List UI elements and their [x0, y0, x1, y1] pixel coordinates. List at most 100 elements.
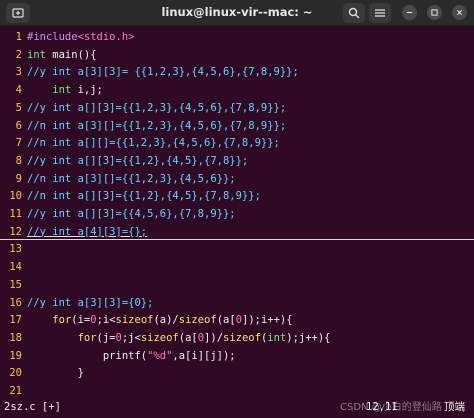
line-number: 14: [9, 261, 22, 274]
code-line[interactable]: 19 printf("%d",a[i][j]);: [0, 348, 474, 365]
line-code: int i,j;: [27, 82, 103, 99]
menu-button[interactable]: [369, 3, 391, 23]
code-line[interactable]: 1 #include<stdio.h>: [0, 29, 474, 46]
code-token: ])/: [204, 331, 224, 344]
status-filename: 2sz.c [+]: [4, 401, 61, 413]
code-line[interactable]: 18 for(j=0;j<sizeof(a[0])/sizeof(int);j+…: [0, 330, 474, 347]
code-line[interactable]: 2 int main(){: [0, 47, 474, 64]
close-button[interactable]: [452, 5, 467, 20]
line-number: 11: [9, 208, 22, 220]
code-token: int: [27, 48, 46, 61]
code-line[interactable]: 16 //y int a[3][3]={0};: [0, 295, 474, 312]
line-number: 20: [9, 367, 22, 380]
code-token: );j++){: [286, 331, 331, 344]
minimize-icon: [406, 11, 413, 14]
cursor-line-rule: [0, 238, 474, 240]
code-token: //n int a[][3]={{1,2},{4,5},{7,8,9}};: [27, 190, 261, 203]
csdn-watermark: CSDN @小白的登仙路: [340, 402, 442, 413]
code-token: sizeof: [178, 314, 217, 327]
line-number: 3: [15, 66, 22, 79]
vim-editor[interactable]: 1 #include<stdio.h> 2 int main(){3 //y int a…: [0, 26, 474, 396]
line-code: printf("%d",a[i][j]);: [27, 348, 236, 365]
line-code: //n int a[3][]={{1,2,3},{4,5,6}};: [27, 171, 236, 188]
code-line[interactable]: 4 int i,j;: [0, 82, 474, 99]
code-token: for: [52, 314, 72, 327]
code-token: "%d": [147, 349, 173, 362]
maximize-icon: [431, 9, 438, 16]
code-line[interactable]: 5 //y int a[][3]={{1,2,3},{4,5,6},{7,8,9}…: [0, 100, 474, 117]
code-token: printf(: [27, 349, 148, 362]
code-token: main(){: [45, 48, 97, 61]
code-token: }: [27, 367, 84, 380]
line-code: for(i=0;i<sizeof(a)/sizeof(a[0]);i++){: [27, 312, 293, 329]
line-code: //n int a[][3]={{1,2},{4,5},{7,8,9}};: [27, 188, 261, 205]
code-line[interactable]: 10 //n int a[][3]={{1,2},{4,5},{7,8,9}};: [0, 188, 474, 205]
close-icon: [456, 9, 463, 16]
code-token: //n int a[3][]={{1,2,3},{4,5,6},{7,8,9}}…: [27, 119, 287, 132]
line-number: 19: [9, 349, 22, 362]
line-number: 5: [15, 101, 22, 114]
code-line[interactable]: 7 //n int a[][]={{1,2,3},{4,5,6},{7,8,9}}…: [0, 135, 474, 152]
code-line[interactable]: 17 for(i=0;i<sizeof(a)/sizeof(a[0]);i++)…: [0, 312, 474, 329]
code-token: //y int a[][3]={{4,5,6},{7,8,9}};: [27, 208, 236, 220]
line-number: 15: [9, 278, 22, 291]
code-line[interactable]: 21: [0, 383, 474, 396]
line-code: //y int a[3][3]={0};: [27, 295, 153, 312]
code-token: for: [77, 331, 97, 344]
code-token: (i=: [71, 314, 91, 327]
line-number: 7: [15, 137, 22, 150]
code-line[interactable]: 15: [0, 277, 474, 294]
title-bar: linux@linux-vir--mac: ~: [0, 0, 474, 26]
code-token: ]);i++){: [242, 314, 293, 327]
code-token: ,a[i][j]);: [172, 349, 236, 362]
code-token: <stdio.h>: [77, 31, 135, 43]
code-line[interactable]: 3 //y int a[3][3]= {{1,2,3},{4,5,6},{7,8,…: [0, 64, 474, 81]
code-line[interactable]: 6 //n int a[3][]={{1,2,3},{4,5,6},{7,8,9}…: [0, 118, 474, 135]
search-button[interactable]: [343, 3, 365, 23]
code-line[interactable]: 13: [0, 241, 474, 258]
line-number: 10: [9, 190, 22, 203]
code-token: sizeof: [140, 331, 179, 344]
minimize-button[interactable]: [402, 5, 417, 20]
code-token: int: [267, 331, 287, 344]
code-token: (j=: [96, 331, 116, 344]
code-token: //y int a[][3]={{1,2},{4,5},{7,8}};: [27, 154, 249, 167]
code-token: ;j<: [121, 331, 141, 344]
line-code: //n int a[3][]={{1,2,3},{4,5,6},{7,8,9}}…: [27, 118, 286, 135]
code-token: ;i<: [96, 314, 116, 327]
line-number: 9: [15, 172, 22, 185]
code-line[interactable]: 8 //y int a[][3]={{1,2},{4,5},{7,8}};: [0, 153, 474, 170]
code-token: //n int a[3][]={{1,2,3},{4,5,6}};: [27, 172, 236, 185]
code-token: #include: [27, 31, 78, 43]
code-token: int: [52, 84, 72, 97]
line-code: #include<stdio.h>: [27, 29, 134, 46]
line-number: 16: [9, 296, 22, 309]
maximize-button[interactable]: [427, 5, 442, 20]
code-line[interactable]: 14: [0, 259, 474, 276]
line-number: 6: [15, 119, 22, 132]
line-number: 1: [15, 31, 22, 43]
line-number: 17: [9, 314, 22, 327]
line-code: //y int a[][3]={{1,2,3},{4,5,6},{7,8,9}}…: [27, 100, 286, 117]
line-number: 4: [15, 84, 22, 97]
code-token: //n int a[][]={{1,2,3},{4,5,6},{7,8,9}};: [27, 137, 280, 150]
line-number: 13: [9, 243, 22, 256]
code-token: //y int a[3][3]= {{1,2,3},{4,5,6},{7,8,9…: [27, 66, 299, 79]
code-token: (a)/: [153, 314, 179, 327]
code-token: //y int a[4][3]={};: [27, 225, 148, 238]
hamburger-menu-icon: [375, 9, 385, 17]
code-line[interactable]: 20 }: [0, 365, 474, 382]
search-icon: [348, 7, 360, 19]
code-line[interactable]: 9 //n int a[3][]={{1,2,3},{4,5,6}};: [0, 171, 474, 188]
code-line[interactable]: 11 //y int a[][3]={{4,5,6},{7,8,9}};: [0, 206, 474, 223]
line-code: for(j=0;j<sizeof(a[0])/sizeof(int);j++){: [27, 330, 331, 347]
code-token: (a[: [216, 314, 236, 327]
line-code: //y int a[3][3]= {{1,2,3},{4,5,6},{7,8,9…: [27, 64, 299, 81]
line-number: 18: [9, 331, 22, 344]
line-number: 21: [9, 385, 22, 396]
line-code: //y int a[][3]={{4,5,6},{7,8,9}};: [27, 206, 236, 223]
code-token: //y int a[][3]={{1,2,3},{4,5,6},{7,8,9}}…: [27, 101, 287, 114]
